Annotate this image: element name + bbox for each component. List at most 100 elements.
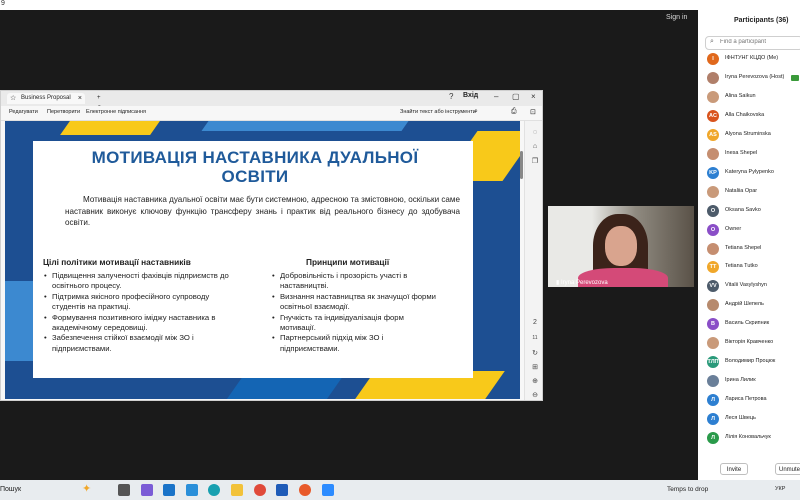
participant-row[interactable]: ТЛП Володимир Процюк [707, 356, 799, 369]
participant-name: Alina Saikun [725, 92, 756, 99]
participant-name: Kateryna Pylypenko [725, 168, 774, 175]
decor-yellow-top [60, 121, 160, 135]
help-icon[interactable]: ? [449, 92, 453, 101]
pdf-sign-in-button[interactable]: Вхід [463, 92, 478, 99]
find-tools-field[interactable]: Знайти текст або інструменти [400, 109, 476, 115]
participant-row[interactable]: VV Vitalii Vasylyshyn [707, 280, 799, 293]
avatar: В [707, 318, 719, 331]
avatar: VV [707, 280, 719, 293]
participant-row[interactable]: AS Alyona Struminska [707, 128, 799, 142]
participant-row[interactable]: Alina Saikun [707, 90, 799, 104]
search-icon: ⌕ [710, 38, 714, 45]
video-tile[interactable]: ▮ Iryna Perevozova [548, 206, 694, 287]
share-icon[interactable]: ⌂ [525, 143, 542, 150]
avatar: KP [707, 166, 719, 179]
participant-row[interactable]: Inesa Shepel [707, 147, 799, 161]
participant-row[interactable]: Iryna Perevozova (Host) [707, 71, 799, 85]
participants-panel: Participants (36) ⌕ І ІФНТУНГ КЦДО (Me) Ir… [698, 10, 800, 480]
participant-search[interactable]: ⌕ [705, 36, 800, 50]
bookmark-icon[interactable]: ⊡ [530, 108, 536, 116]
participant-name: Лілія Коновальчук [725, 434, 771, 440]
avatar: Л [707, 413, 719, 426]
participant-row[interactable]: Л Леся Швець [707, 413, 799, 426]
list-item: Визнання наставництва як значущої форми … [271, 292, 441, 313]
task-view-icon[interactable] [118, 484, 130, 496]
sparkle-icon: ✦ [82, 483, 92, 495]
avatar: TT [707, 261, 719, 274]
maximize-icon[interactable]: ▢ [512, 92, 520, 101]
avatar [707, 71, 719, 84]
mail-icon[interactable] [186, 484, 198, 496]
scrollbar-thumb[interactable] [520, 151, 523, 179]
decor-blue-top [201, 121, 409, 131]
participant-search-input[interactable] [720, 39, 800, 45]
avatar: O [707, 204, 719, 217]
copy-icon[interactable]: ❐ [525, 157, 542, 165]
search-icon[interactable]: ⌕ [474, 108, 478, 116]
participant-name: Леся Швець [725, 415, 756, 422]
zoom-icon[interactable] [322, 484, 334, 496]
new-tab-button[interactable]: + Створити [87, 93, 127, 112]
zoom-in-icon[interactable]: ⊕ [525, 377, 542, 385]
participant-row[interactable]: O Owner [707, 223, 799, 237]
app-icon[interactable] [299, 484, 311, 496]
weather-widget[interactable]: Temps to drop [667, 486, 708, 493]
list-item: Забезпечення стійкої взаємодії між ЗО і … [43, 333, 243, 354]
avatar: O [707, 223, 719, 236]
taskbar-search[interactable]: Пошук [0, 486, 21, 493]
participant-row[interactable]: Андрій Шепель [707, 299, 799, 312]
esign-menu[interactable]: Електронне підписання [86, 109, 146, 115]
participant-name: Owner [725, 225, 742, 232]
person-face [605, 226, 637, 266]
convert-menu[interactable]: Перетворити [47, 109, 80, 115]
right-heading: Принципи мотивації [306, 257, 390, 267]
avatar [707, 147, 719, 160]
minimize-icon[interactable]: – [494, 92, 498, 101]
refresh-icon[interactable]: ↻ [525, 349, 542, 357]
host-badge-icon [791, 74, 799, 81]
window-close-icon[interactable]: × [531, 92, 536, 101]
comment-icon[interactable]: ◌ [525, 129, 542, 136]
print-icon[interactable]: ⎙ [511, 108, 517, 116]
zoom-sign-in-link[interactable]: Sign in [666, 14, 687, 21]
participant-row[interactable]: В Василь Скрипник [707, 318, 799, 331]
zoom-out-icon[interactable]: ⊖ [525, 391, 542, 399]
participant-row[interactable]: Ірина Лилик [707, 375, 799, 388]
tab-business-proposal[interactable]: ☆ Business Proposal × [7, 93, 85, 104]
participant-row[interactable]: Л Лілія Коновальчук [707, 432, 799, 445]
participant-name: Nataliia Opar [725, 187, 758, 194]
participant-row[interactable]: O Oksana Savko [707, 204, 799, 218]
participant-name: Tetiana Shepel [725, 244, 762, 251]
participant-row[interactable]: Л Лариса Петрова [707, 394, 799, 407]
pdf-viewer-window: ☆ Business Proposal × + Створити ? Вхід … [0, 90, 543, 401]
participant-row[interactable]: AC Alla Chaikovska [707, 109, 799, 123]
windows-taskbar: Пошук ✦ Temps to drop УКР [0, 480, 800, 500]
participant-name: ІФНТУНГ КЦДО (Me) [725, 55, 779, 61]
participant-row[interactable]: TT Tetiana Tutko [707, 261, 799, 274]
invite-button[interactable]: Invite [720, 463, 748, 475]
participant-row[interactable]: Tetiana Shepel [707, 242, 799, 256]
participant-row[interactable]: Nataliia Opar [707, 185, 799, 199]
slide-title: МОТИВАЦІЯ НАСТАВНИКА ДУАЛЬНОЇ ОСВІТИ [91, 148, 419, 186]
star-icon: ☆ [10, 95, 17, 102]
outlook-icon[interactable] [163, 484, 175, 496]
list-item: Добровільність і прозорість участі в нас… [271, 271, 441, 292]
participant-row[interactable]: Вікторія Кравченко [707, 337, 799, 350]
pdf-tab-bar: ☆ Business Proposal × + Створити ? Вхід … [1, 91, 542, 112]
word-icon[interactable] [276, 484, 288, 496]
edge-icon[interactable] [208, 484, 220, 496]
explorer-icon[interactable] [231, 484, 243, 496]
unmute-button[interactable]: Unmute [775, 463, 800, 475]
edit-menu[interactable]: Редагувати [9, 109, 38, 115]
participant-row[interactable]: І ІФНТУНГ КЦДО (Me) [707, 53, 799, 66]
copilot-icon[interactable] [141, 484, 153, 496]
slide-intro: Мотивація наставника дуальної освіти має… [65, 195, 460, 227]
close-icon[interactable]: × [78, 93, 82, 104]
participant-row[interactable]: KP Kateryna Pylypenko [707, 166, 799, 180]
fit-page-icon[interactable]: ⊞ [525, 363, 542, 371]
chrome-icon[interactable] [254, 484, 266, 496]
tab-title: Business Proposal [21, 95, 71, 101]
avatar [707, 242, 719, 255]
language-indicator[interactable]: УКР [775, 486, 785, 492]
participant-name: Андрій Шепель [725, 301, 764, 308]
